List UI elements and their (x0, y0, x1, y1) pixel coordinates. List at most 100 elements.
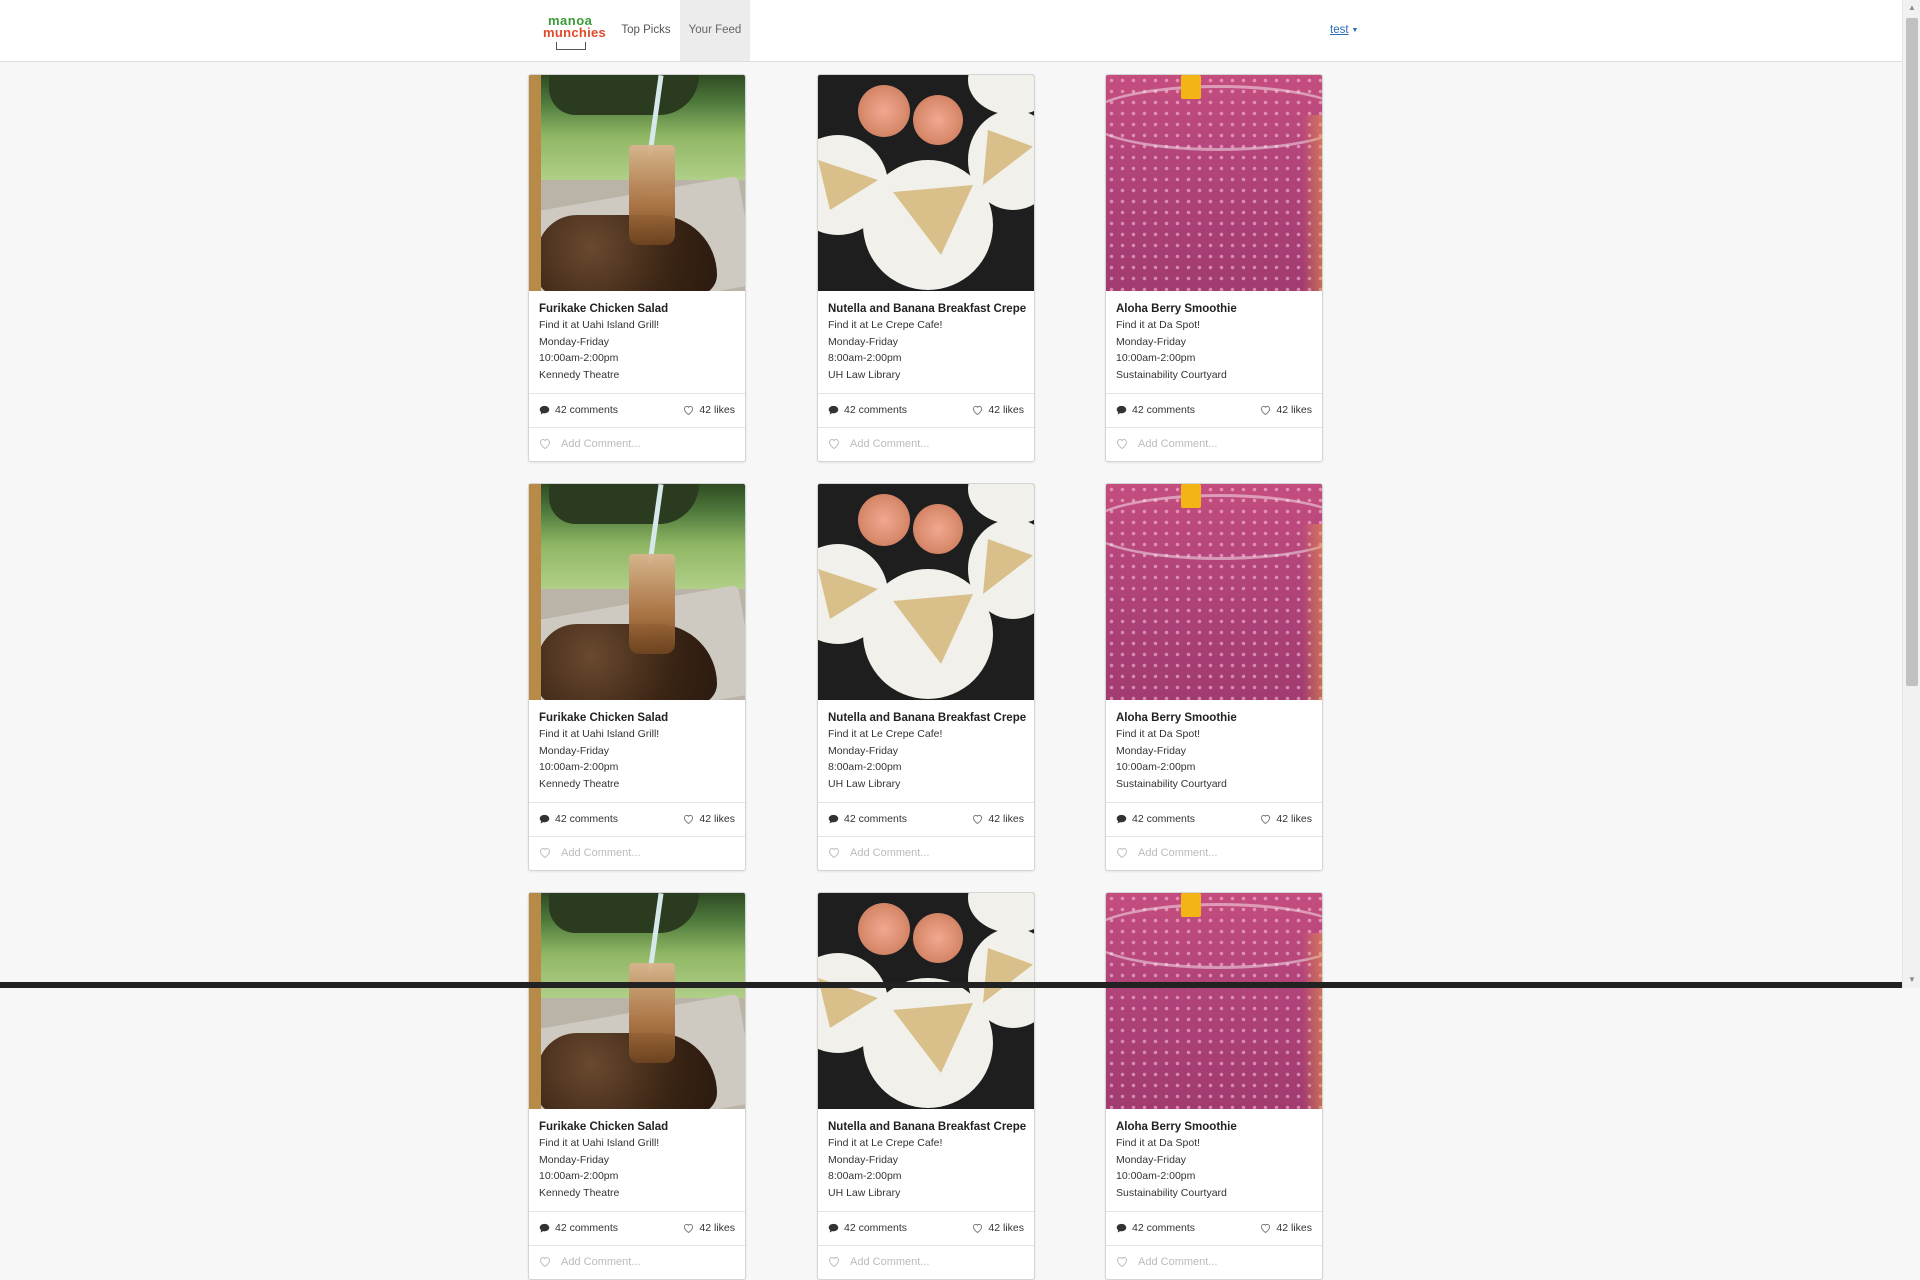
heart-outline-icon[interactable] (828, 847, 850, 859)
like-button[interactable]: 42 likes (1260, 1212, 1312, 1245)
card-hours: 10:00am-2:00pm (539, 352, 619, 364)
like-button[interactable]: 42 likes (1260, 394, 1312, 427)
comments-link[interactable]: 42 comments (1116, 404, 1195, 416)
likes-count: 42 likes (699, 813, 735, 825)
scroll-down-arrow-icon[interactable]: ▼ (1903, 972, 1920, 988)
food-photo[interactable] (529, 893, 745, 1109)
heart-outline-icon[interactable] (828, 438, 850, 450)
like-button[interactable]: 42 likes (683, 394, 735, 427)
comments-link[interactable]: 42 comments (1116, 1222, 1195, 1234)
card-location: UH Law Library (828, 1186, 901, 1199)
add-comment-placeholder: Add Comment... (850, 847, 930, 859)
comments-link[interactable]: 42 comments (828, 813, 907, 825)
heart-outline-icon[interactable] (539, 1256, 561, 1268)
card-title[interactable]: Nutella and Banana Breakfast Crepe (828, 710, 1026, 726)
card-stats: 42 comments 42 likes (1106, 394, 1322, 428)
card-days: Monday-Friday (828, 744, 899, 757)
like-button[interactable]: 42 likes (683, 803, 735, 836)
heart-outline-icon[interactable] (1116, 847, 1138, 859)
card-location: Sustainability Courtyard (1116, 368, 1227, 381)
card-title[interactable]: Furikake Chicken Salad (539, 1119, 735, 1135)
like-button[interactable]: 42 likes (683, 1212, 735, 1245)
nav-top-picks[interactable]: Top Picks (614, 0, 678, 61)
card-stats: 42 comments 42 likes (529, 803, 745, 837)
likes-count: 42 likes (1276, 813, 1312, 825)
user-menu[interactable]: test ▼ (1330, 0, 1358, 61)
heart-icon (683, 1222, 699, 1234)
likes-count: 42 likes (988, 1222, 1024, 1234)
add-comment-placeholder: Add Comment... (561, 1256, 641, 1268)
card-title[interactable]: Nutella and Banana Breakfast Crepe (828, 1119, 1026, 1135)
like-button[interactable]: 42 likes (972, 394, 1024, 427)
heart-outline-icon[interactable] (1116, 438, 1138, 450)
add-comment-placeholder: Add Comment... (850, 1256, 930, 1268)
like-button[interactable]: 42 likes (1260, 803, 1312, 836)
manoa-munchies-logo[interactable]: manoa munchies (540, 12, 606, 50)
comments-link[interactable]: 42 comments (539, 813, 618, 825)
food-photo[interactable] (1106, 893, 1322, 1109)
food-photo[interactable] (1106, 75, 1322, 291)
card-title[interactable]: Nutella and Banana Breakfast Crepe (828, 301, 1026, 317)
add-comment-field[interactable]: Add Comment... (529, 837, 745, 870)
scroll-up-arrow-icon[interactable]: ▲ (1903, 0, 1920, 16)
food-photo[interactable] (529, 75, 745, 291)
comments-link[interactable]: 42 comments (539, 1222, 618, 1234)
add-comment-field[interactable]: Add Comment... (1106, 837, 1322, 870)
like-button[interactable]: 42 likes (972, 803, 1024, 836)
add-comment-field[interactable]: Add Comment... (818, 837, 1034, 870)
food-card: Aloha Berry Smoothie Find it at Da Spot!… (1105, 483, 1323, 871)
heart-outline-icon[interactable] (539, 438, 561, 450)
card-stats: 42 comments 42 likes (529, 1212, 745, 1246)
speech-bubble-icon (539, 1222, 555, 1234)
likes-count: 42 likes (988, 404, 1024, 416)
heart-outline-icon[interactable] (828, 1256, 850, 1268)
card-title[interactable]: Furikake Chicken Salad (539, 710, 735, 726)
card-info: Aloha Berry Smoothie Find it at Da Spot!… (1106, 1109, 1322, 1212)
card-info: Furikake Chicken Salad Find it at Uahi I… (529, 291, 745, 394)
card-title[interactable]: Aloha Berry Smoothie (1116, 1119, 1312, 1135)
card-info: Furikake Chicken Salad Find it at Uahi I… (529, 700, 745, 803)
card-title[interactable]: Aloha Berry Smoothie (1116, 301, 1312, 317)
food-photo[interactable] (529, 484, 745, 700)
card-title[interactable]: Furikake Chicken Salad (539, 301, 735, 317)
heart-outline-icon[interactable] (539, 847, 561, 859)
card-stats: 42 comments 42 likes (818, 803, 1034, 837)
like-button[interactable]: 42 likes (972, 1212, 1024, 1245)
scrollbar-thumb[interactable] (1906, 18, 1918, 686)
comments-count: 42 comments (555, 1222, 619, 1234)
add-comment-field[interactable]: Add Comment... (818, 428, 1034, 461)
speech-bubble-icon (539, 404, 555, 416)
comments-link[interactable]: 42 comments (539, 404, 618, 416)
card-location: Kennedy Theatre (539, 368, 620, 381)
comments-link[interactable]: 42 comments (828, 1222, 907, 1234)
card-stats: 42 comments 42 likes (1106, 803, 1322, 837)
food-photo[interactable] (818, 893, 1034, 1109)
card-location: Kennedy Theatre (539, 1186, 620, 1199)
comments-link[interactable]: 42 comments (828, 404, 907, 416)
card-days: Monday-Friday (828, 335, 899, 348)
add-comment-field[interactable]: Add Comment... (529, 428, 745, 461)
logo-box-icon (556, 42, 586, 50)
comments-link[interactable]: 42 comments (1116, 813, 1195, 825)
card-info: Nutella and Banana Breakfast Crepe Find … (818, 291, 1034, 394)
vertical-scrollbar[interactable]: ▲ ▼ (1902, 0, 1920, 988)
card-info: Nutella and Banana Breakfast Crepe Find … (818, 1109, 1034, 1212)
add-comment-field[interactable]: Add Comment... (1106, 1246, 1322, 1279)
card-vendor: Find it at Le Crepe Cafe! (828, 728, 943, 740)
card-stats: 42 comments 42 likes (529, 394, 745, 428)
logo-text-munchies: munchies (543, 25, 607, 40)
nav-your-feed[interactable]: Your Feed (680, 0, 750, 61)
card-title[interactable]: Aloha Berry Smoothie (1116, 710, 1312, 726)
heart-icon (683, 813, 699, 825)
speech-bubble-icon (1116, 1222, 1132, 1234)
card-days: Monday-Friday (1116, 744, 1187, 757)
food-photo[interactable] (818, 484, 1034, 700)
speech-bubble-icon (828, 404, 844, 416)
add-comment-field[interactable]: Add Comment... (818, 1246, 1034, 1279)
food-photo[interactable] (1106, 484, 1322, 700)
heart-outline-icon[interactable] (1116, 1256, 1138, 1268)
food-photo[interactable] (818, 75, 1034, 291)
add-comment-placeholder: Add Comment... (561, 847, 641, 859)
add-comment-field[interactable]: Add Comment... (1106, 428, 1322, 461)
add-comment-field[interactable]: Add Comment... (529, 1246, 745, 1279)
